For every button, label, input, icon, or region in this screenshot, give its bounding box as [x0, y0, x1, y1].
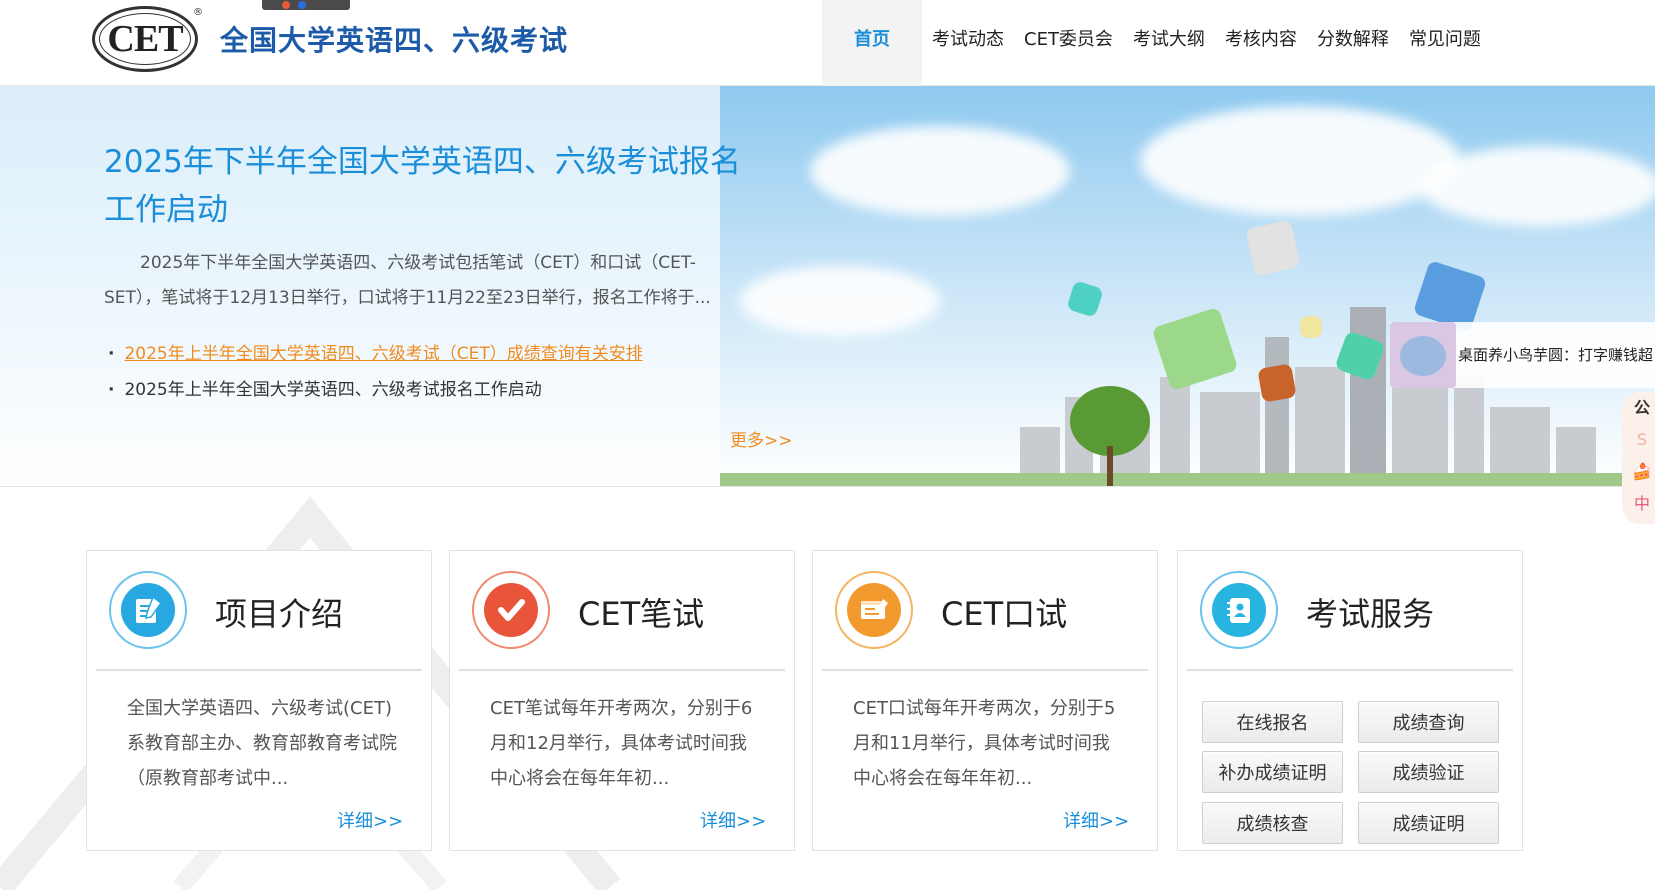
- news-banner: 2025年下半年全国大学英语四、六级考试报名工作启动 2025年下半年全国大学英…: [0, 86, 1655, 487]
- registered-mark: ®: [193, 7, 203, 18]
- side-tool-cake[interactable]: 🍰: [1622, 456, 1655, 488]
- card-divider: [822, 669, 1148, 671]
- card-title: 考试服务: [1306, 595, 1435, 633]
- card-divider: [96, 669, 422, 671]
- headline-title[interactable]: 2025年下半年全国大学英语四、六级考试报名工作启动: [104, 138, 764, 234]
- card-detail-link[interactable]: 详细>>: [700, 807, 766, 833]
- card-project-intro: 项目介绍 全国大学英语四、六级考试(CET)系教育部主办、教育部教育考试院（原教…: [86, 550, 432, 851]
- news-list: 2025年上半年全国大学英语四、六级考试（CET）成绩查询有关安排 2025年上…: [108, 336, 643, 408]
- card-cet-written: CET笔试 CET笔试每年开考两次，分别于6月和12月举行，具体考试时间我中心将…: [449, 550, 795, 851]
- news-item[interactable]: 2025年上半年全国大学英语四、六级考试报名工作启动: [108, 372, 643, 408]
- bird-avatar-icon: [1390, 322, 1456, 388]
- card-text: 全国大学英语四、六级考试(CET)系教育部主办、教育部教育考试院（原教育部考试中…: [127, 698, 397, 789]
- banner-illustration: [720, 86, 1655, 486]
- card-title: 项目介绍: [215, 595, 344, 633]
- checkmark-icon: [472, 571, 550, 649]
- score-review-button[interactable]: 成绩核查: [1202, 802, 1343, 844]
- form-edit-icon: [835, 571, 913, 649]
- nav-content[interactable]: 考核内容: [1215, 0, 1307, 86]
- desktop-bird-popup[interactable]: 桌面养小鸟芋圆：打字赚钱超: [1390, 322, 1655, 388]
- nav-faq[interactable]: 常见问题: [1399, 0, 1491, 86]
- news-item-text[interactable]: 2025年上半年全国大学英语四、六级考试报名工作启动: [124, 380, 541, 400]
- card-divider: [459, 669, 785, 671]
- logo-text: CET: [107, 18, 183, 60]
- nav-exam-news[interactable]: 考试动态: [922, 0, 1014, 86]
- nav-cet-committee[interactable]: CET委员会: [1014, 0, 1123, 86]
- reissue-certificate-button[interactable]: 补办成绩证明: [1202, 751, 1343, 793]
- card-title: CET口试: [941, 595, 1068, 633]
- nav-home[interactable]: 首页: [822, 0, 922, 86]
- popup-text[interactable]: 桌面养小鸟芋圆：打字赚钱超: [1458, 344, 1653, 365]
- score-certificate-button[interactable]: 成绩证明: [1358, 802, 1499, 844]
- card-cet-oral: CET口试 CET口试每年开考两次，分别于5月和11月举行，具体考试时间我中心将…: [812, 550, 1158, 851]
- news-item[interactable]: 2025年上半年全国大学英语四、六级考试（CET）成绩查询有关安排: [108, 336, 642, 372]
- headline-summary: 2025年下半年全国大学英语四、六级考试包括笔试（CET）和口试（CET-SET…: [104, 253, 711, 308]
- card-divider: [1187, 669, 1513, 671]
- news-item-text[interactable]: 2025年上半年全国大学英语四、六级考试（CET）成绩查询有关安排: [124, 344, 642, 364]
- side-tool-s[interactable]: S: [1622, 424, 1655, 456]
- card-text: CET笔试每年开考两次，分别于6月和12月举行，具体考试时间我中心将会在每年年初…: [490, 698, 753, 789]
- site-logo[interactable]: CET ® 全国大学英语四、六级考试: [92, 6, 568, 72]
- nav-score-explain[interactable]: 分数解释: [1307, 0, 1399, 86]
- card-title: CET笔试: [578, 595, 705, 633]
- card-text: CET口试每年开考两次，分别于5月和11月举行，具体考试时间我中心将会在每年年初…: [853, 698, 1116, 789]
- cet-logo-mark: CET ®: [92, 6, 203, 72]
- more-news-link[interactable]: 更多>>: [730, 426, 793, 451]
- document-pen-icon: [109, 571, 187, 649]
- score-verification-button[interactable]: 成绩验证: [1358, 751, 1499, 793]
- contact-book-icon: [1200, 571, 1278, 649]
- score-query-button[interactable]: 成绩查询: [1358, 701, 1499, 743]
- online-registration-button[interactable]: 在线报名: [1202, 701, 1343, 743]
- main-nav: 首页 考试动态 CET委员会 考试大纲 考核内容 分数解释 常见问题: [822, 0, 1491, 86]
- card-detail-link[interactable]: 详细>>: [1063, 807, 1129, 833]
- site-header: CET ® 全国大学英语四、六级考试 首页 考试动态 CET委员会 考试大纲 考…: [0, 0, 1655, 86]
- side-tool-public[interactable]: 公: [1622, 392, 1655, 424]
- card-exam-services: 考试服务 在线报名 成绩查询 补办成绩证明 成绩验证 成绩核查 成绩证明: [1177, 550, 1523, 851]
- card-detail-link[interactable]: 详细>>: [337, 807, 403, 833]
- nav-syllabus[interactable]: 考试大纲: [1123, 0, 1215, 86]
- site-title: 全国大学英语四、六级考试: [220, 24, 569, 57]
